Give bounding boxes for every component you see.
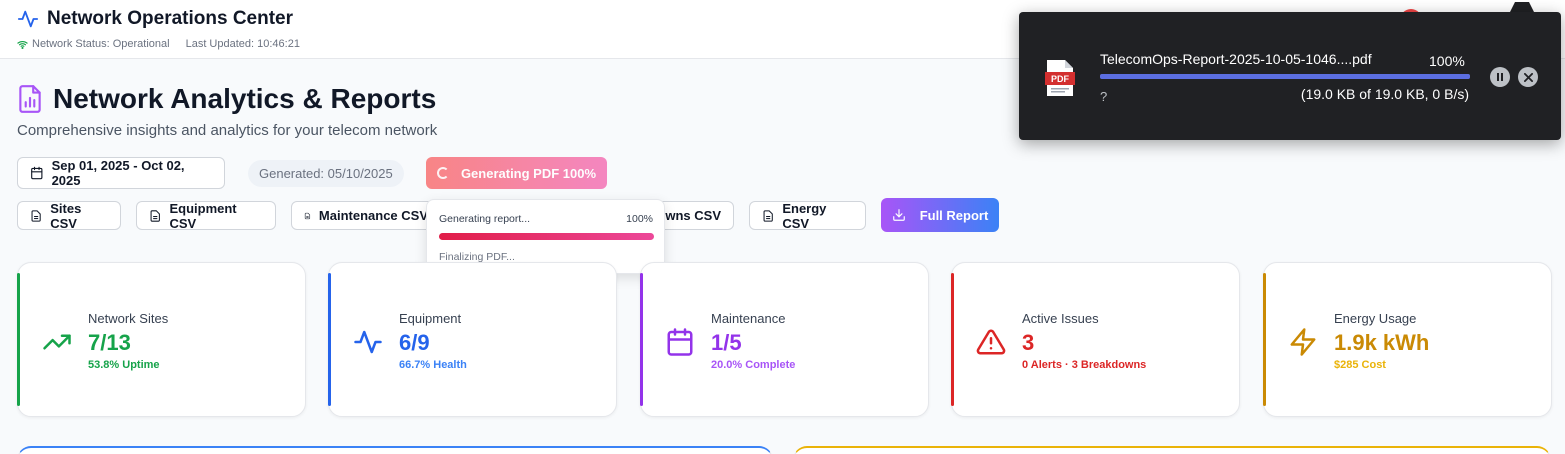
- network-status: Network Status: Operational: [32, 38, 170, 50]
- date-range-picker[interactable]: Sep 01, 2025 - Oct 02, 2025: [17, 157, 225, 189]
- calendar-icon: [667, 328, 693, 356]
- download-progress-bar: [1100, 74, 1470, 79]
- stat-value: 1/5: [711, 330, 742, 355]
- energy-csv-label: Energy CSV: [782, 200, 827, 231]
- download-progress-text: (19.0 KB of 19.0 KB, 0 B/s): [1300, 86, 1469, 102]
- file-text-icon: [304, 212, 311, 219]
- download-unknown-text: ?: [1100, 89, 1108, 104]
- sites-csv-label: Sites CSV: [50, 200, 82, 231]
- stat-sub: 53.8% Uptime: [88, 359, 160, 371]
- download-percent: 100%: [1429, 53, 1465, 69]
- download-icon: [892, 209, 905, 221]
- report-progress-bar: [439, 233, 654, 240]
- stat-label: Equipment: [399, 311, 462, 326]
- energy-csv-button[interactable]: Energy CSV: [749, 200, 866, 231]
- page-title-row: Network Analytics & Reports: [17, 83, 436, 115]
- stat-label: Energy Usage: [1334, 311, 1417, 326]
- breakdowns-csv-label: owns CSV: [657, 208, 721, 223]
- stat-card-network-sites[interactable]: Network Sites 7/13 53.8% Uptime: [17, 262, 306, 417]
- zap-icon: [1290, 328, 1316, 356]
- pause-icon: [1497, 73, 1503, 81]
- trending-up-icon: [43, 334, 71, 350]
- close-icon: [1523, 72, 1533, 82]
- report-icon: [19, 85, 41, 113]
- stat-sub: $285 Cost: [1334, 359, 1386, 371]
- stat-label: Network Sites: [88, 311, 169, 326]
- activity-icon: [354, 330, 382, 354]
- sites-csv-button[interactable]: Sites CSV: [17, 200, 121, 231]
- download-progress-fill: [1100, 74, 1470, 79]
- file-text-icon: [150, 209, 160, 222]
- activity-icon: [17, 10, 39, 28]
- stat-card-equipment[interactable]: Equipment 6/9 66.7% Health: [328, 262, 617, 417]
- alert-triangle-icon: [976, 329, 1006, 355]
- stat-card-maintenance[interactable]: Maintenance 1/5 20.0% Complete: [640, 262, 929, 417]
- wifi-icon: [17, 40, 28, 49]
- file-text-icon: [763, 209, 773, 222]
- stat-value: 1.9k kWh: [1334, 330, 1430, 355]
- status-row: Network Status: Operational Last Updated…: [17, 38, 300, 50]
- stat-sub: 66.7% Health: [399, 359, 467, 371]
- pdf-file-icon-label: PDF: [1051, 74, 1070, 84]
- chart-card-right: [793, 446, 1551, 454]
- stat-value: 7/13: [88, 330, 131, 355]
- report-progress-label: Generating report...: [439, 213, 531, 225]
- generate-pdf-label: Generating PDF 100%: [460, 165, 597, 181]
- app-title-row: Network Operations Center: [17, 8, 293, 30]
- calendar-icon: [31, 166, 43, 180]
- generated-date-badge: Generated: 05/10/2025: [248, 160, 404, 187]
- stat-label: Active Issues: [1022, 311, 1099, 326]
- stat-sub: 0 Alerts · 3 Breakdowns: [1022, 359, 1147, 371]
- date-range-label: Sep 01, 2025 - Oct 02, 2025: [51, 158, 185, 188]
- cancel-download-button[interactable]: [1518, 67, 1538, 87]
- report-progress-percent: 100%: [626, 213, 653, 225]
- generate-pdf-button[interactable]: Generating PDF 100%: [426, 157, 607, 189]
- stat-card-active-issues[interactable]: Active Issues 3 0 Alerts · 3 Breakdowns: [951, 262, 1240, 417]
- report-progress-fill: [439, 233, 654, 240]
- full-report-button[interactable]: Full Report: [881, 198, 999, 232]
- file-text-icon: [31, 209, 41, 222]
- pdf-file-icon[interactable]: PDF: [1045, 60, 1075, 96]
- pause-download-button[interactable]: [1490, 67, 1510, 87]
- stat-value: 6/9: [399, 330, 430, 355]
- maintenance-csv-button[interactable]: Maintenance CSV: [291, 201, 441, 230]
- full-report-label: Full Report: [919, 207, 989, 223]
- last-updated: Last Updated: 10:46:21: [185, 38, 300, 50]
- download-filename[interactable]: TelecomOps-Report-2025-10-05-1046....pdf: [1100, 51, 1372, 67]
- stat-label: Maintenance: [711, 311, 786, 326]
- stat-card-energy-usage[interactable]: Energy Usage 1.9k kWh $285 Cost: [1263, 262, 1552, 417]
- spinner-icon: [436, 167, 449, 179]
- stat-value: 3: [1022, 330, 1035, 355]
- stat-sub: 20.0% Complete: [711, 359, 796, 371]
- equipment-csv-button[interactable]: Equipment CSV: [136, 200, 276, 231]
- maintenance-csv-label: Maintenance CSV: [318, 208, 428, 223]
- chart-card-left: [17, 446, 773, 454]
- page-title: Network Analytics & Reports: [53, 83, 437, 114]
- page-subtitle: Comprehensive insights and analytics for…: [17, 122, 438, 139]
- app-title: Network Operations Center: [47, 8, 293, 29]
- download-panel: PDF TelecomOps-Report-2025-10-05-1046...…: [1019, 12, 1561, 140]
- equipment-csv-label: Equipment CSV: [169, 200, 237, 231]
